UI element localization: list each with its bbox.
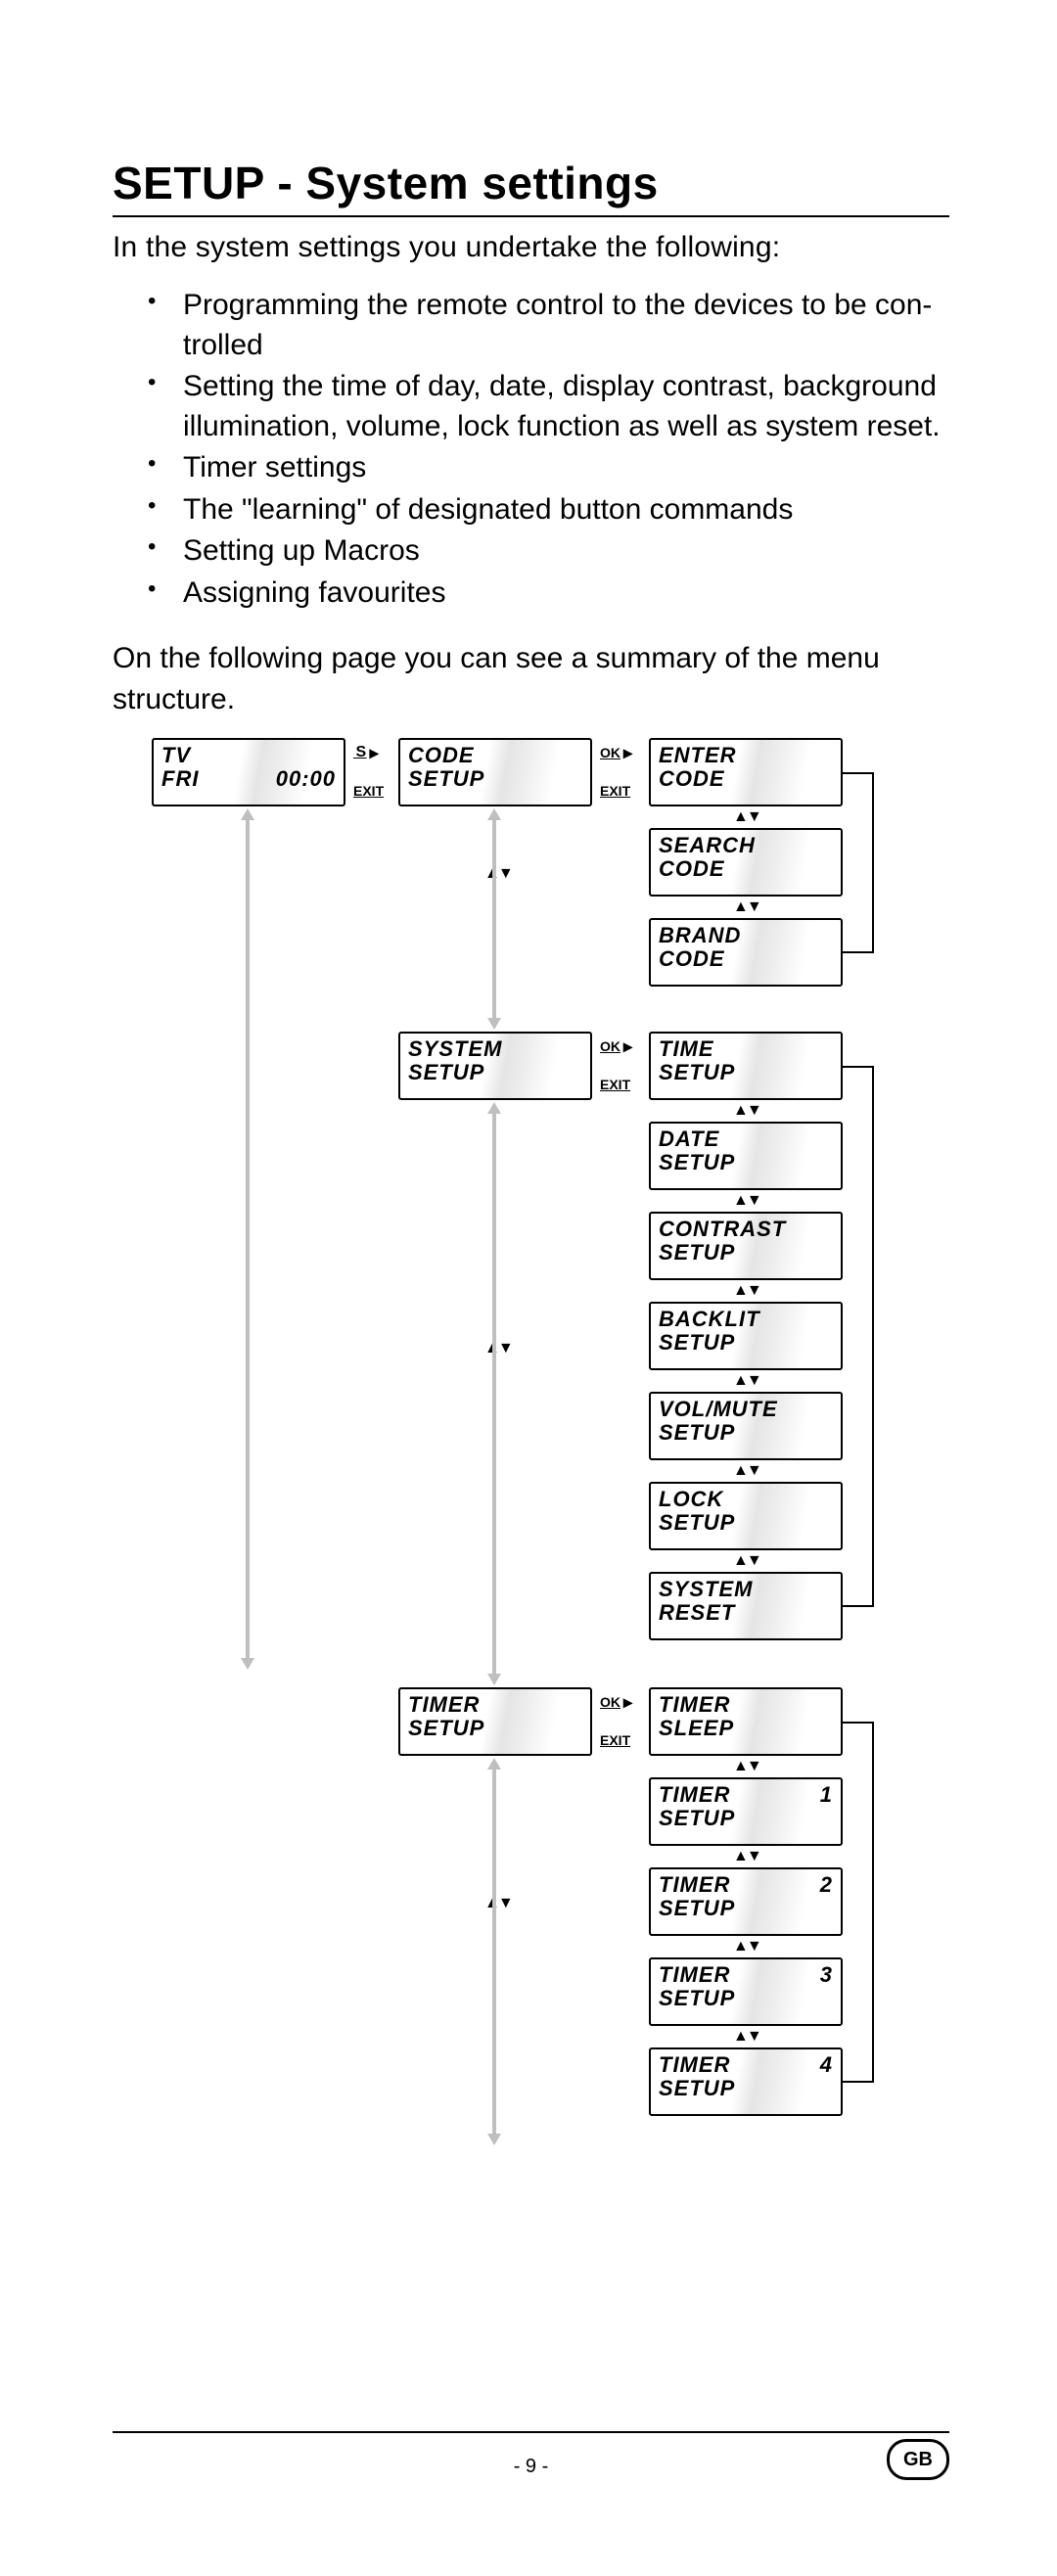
list-item: The "learning" of designated button comm… bbox=[148, 490, 949, 530]
updown-icon: ▲▼ bbox=[733, 1848, 760, 1865]
lcd-timer-3: TIMER3 SETUP bbox=[649, 1957, 843, 2026]
menu-structure-diagram: TV FRI00:00 S ▸ EXIT CODE SETUP OK▸ EXIT… bbox=[152, 738, 954, 2402]
lcd-enter-code: ENTER CODE bbox=[649, 738, 843, 806]
ok-label: OK▸ bbox=[600, 1693, 632, 1711]
grey-arrow bbox=[492, 818, 496, 1020]
lcd-search-code: SEARCH CODE bbox=[649, 828, 843, 897]
grey-arrow bbox=[246, 818, 250, 1660]
following-text: On the following page you can see a summ… bbox=[113, 638, 949, 720]
lcd-brand-code: BRAND CODE bbox=[649, 918, 843, 987]
list-item: Assigning favourites bbox=[148, 574, 949, 614]
updown-icon: ▲▼ bbox=[733, 1552, 760, 1570]
exit-label: EXIT bbox=[600, 1077, 630, 1092]
exit-label: EXIT bbox=[353, 783, 384, 799]
updown-icon: ▲▼ bbox=[733, 1372, 760, 1390]
bullet-list: Programming the remote control to the de… bbox=[148, 286, 949, 613]
updown-icon: ▲▼ bbox=[733, 898, 760, 916]
updown-icon: ▲▼ bbox=[733, 2028, 760, 2046]
exit-label: EXIT bbox=[600, 1732, 630, 1748]
lcd-timer-sleep: TIMER SLEEP bbox=[649, 1687, 843, 1756]
lcd-date-setup: DATE SETUP bbox=[649, 1122, 843, 1190]
lcd-timer-2: TIMER2 SETUP bbox=[649, 1867, 843, 1936]
updown-icon: ▲▼ bbox=[733, 808, 760, 826]
updown-icon: ▲▼ bbox=[733, 1938, 760, 1955]
ok-label: OK▸ bbox=[600, 744, 632, 761]
lcd-code-setup: CODE SETUP bbox=[398, 738, 592, 806]
page-title: SETUP - System settings bbox=[113, 157, 949, 209]
updown-icon: ▲▼ bbox=[484, 1895, 512, 1912]
updown-icon: ▲▼ bbox=[733, 1192, 760, 1210]
lcd-timer-4: TIMER4 SETUP bbox=[649, 2047, 843, 2116]
lcd-lock-setup: LOCK SETUP bbox=[649, 1482, 843, 1550]
lcd-system-reset: SYSTEM RESET bbox=[649, 1572, 843, 1640]
lcd-volmute-setup: VOL/MUTE SETUP bbox=[649, 1392, 843, 1460]
page-number: - 9 - bbox=[514, 2456, 549, 2478]
lcd-system-setup: SYSTEM SETUP bbox=[398, 1032, 592, 1100]
list-item: Setting the time of day, date, display c… bbox=[148, 367, 949, 446]
updown-icon: ▲▼ bbox=[733, 1462, 760, 1480]
s-arrow-label: S ▸ bbox=[353, 744, 379, 761]
lcd-backlit-setup: BACKLIT SETUP bbox=[649, 1302, 843, 1370]
lcd-time-setup: TIME SETUP bbox=[649, 1032, 843, 1100]
updown-icon: ▲▼ bbox=[733, 1758, 760, 1775]
updown-icon: ▲▼ bbox=[484, 865, 512, 883]
lcd-home: TV FRI00:00 bbox=[152, 738, 345, 806]
lcd-timer-1: TIMER1 SETUP bbox=[649, 1777, 843, 1846]
grey-arrow bbox=[492, 1768, 496, 2136]
lcd-timer-setup: TIMER SETUP bbox=[398, 1687, 592, 1756]
title-rule bbox=[113, 215, 949, 217]
page-footer: - 9 - GB bbox=[113, 2431, 949, 2488]
exit-label: EXIT bbox=[600, 783, 630, 799]
lcd-contrast-setup: CONTRAST SETUP bbox=[649, 1212, 843, 1280]
list-item: Timer settings bbox=[148, 448, 949, 488]
ok-label: OK▸ bbox=[600, 1037, 632, 1055]
list-item: Setting up Macros bbox=[148, 531, 949, 572]
list-item: Programming the remote control to the de… bbox=[148, 286, 949, 365]
intro-text: In the system settings you undertake the… bbox=[113, 231, 949, 264]
updown-icon: ▲▼ bbox=[484, 1340, 512, 1357]
grey-arrow bbox=[492, 1112, 496, 1676]
updown-icon: ▲▼ bbox=[733, 1102, 760, 1120]
updown-icon: ▲▼ bbox=[733, 1282, 760, 1300]
country-badge: GB bbox=[887, 2439, 949, 2480]
